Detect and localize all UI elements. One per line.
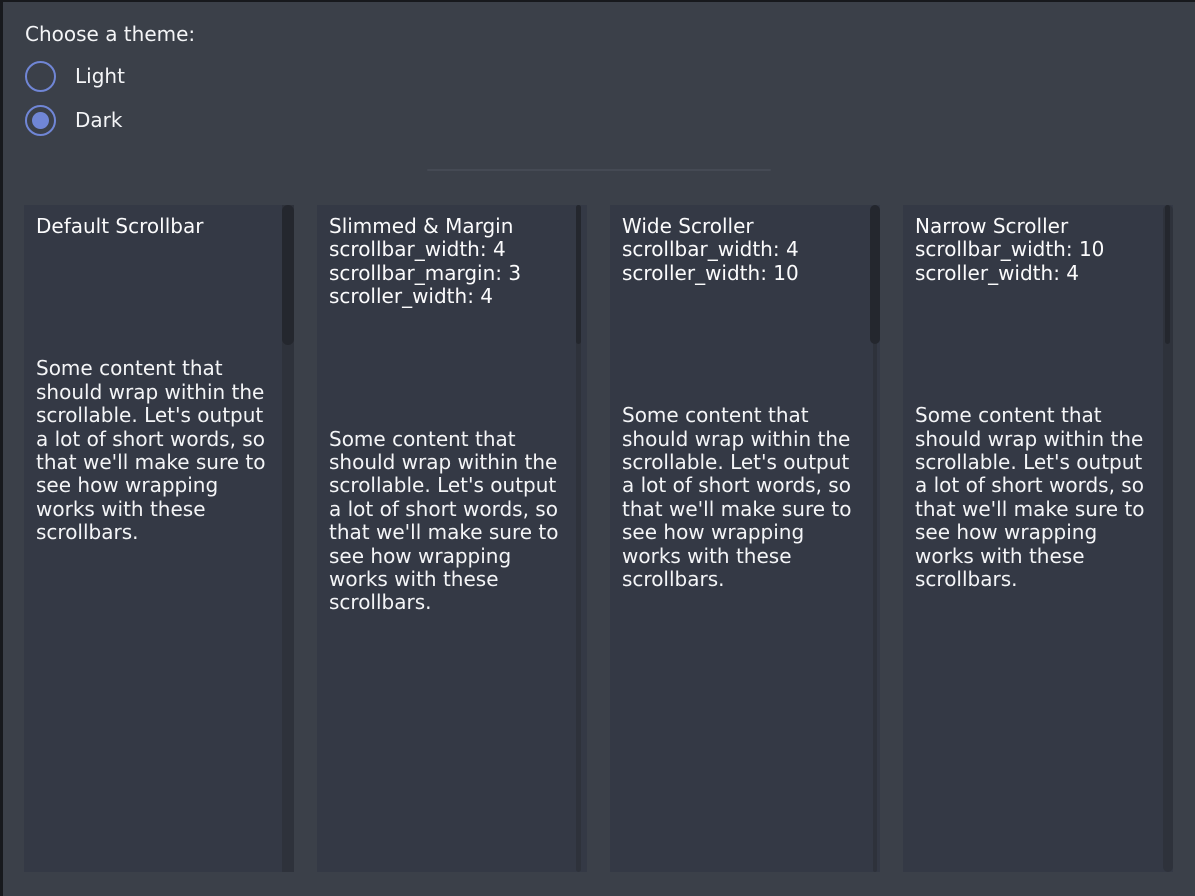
radio-label[interactable]: Dark <box>75 108 122 132</box>
scroll-panel-default[interactable]: Default Scrollbar Some content that shou… <box>24 205 294 872</box>
panel-config-line: scroller_width: 10 <box>622 262 868 285</box>
vertical-spacer <box>622 285 868 404</box>
theme-chooser-label: Choose a theme: <box>25 22 195 46</box>
scrollbar-thumb[interactable] <box>576 205 581 344</box>
vertical-spacer <box>329 309 575 428</box>
vertical-spacer <box>915 285 1161 404</box>
panel-body-text: Some content that should wrap within the… <box>329 428 561 615</box>
panel-body-text: Some content that should wrap within the… <box>915 404 1147 591</box>
panel-header: Narrow Scroller scrollbar_width: 10 scro… <box>915 215 1161 285</box>
panel-title: Slimmed & Margin <box>329 215 575 238</box>
radio-label[interactable]: Light <box>75 64 125 88</box>
radio-circle-icon[interactable] <box>25 105 56 136</box>
panel-title: Default Scrollbar <box>36 215 282 238</box>
panel-body-text: Some content that should wrap within the… <box>622 404 854 591</box>
scrollbar-thumb[interactable] <box>870 205 880 344</box>
scroll-panel-slimmed-margin[interactable]: Slimmed & Margin scrollbar_width: 4 scro… <box>317 205 587 872</box>
panel-body-text: Some content that should wrap within the… <box>36 357 268 544</box>
horizontal-rule <box>427 169 771 171</box>
scrollbar-thumb[interactable] <box>1165 205 1170 344</box>
panel-title: Wide Scroller <box>622 215 868 238</box>
theme-chooser: Choose a theme: Light Dark <box>0 0 600 160</box>
panel-header: Default Scrollbar <box>36 215 282 238</box>
radio-circle-icon[interactable] <box>25 61 56 92</box>
vertical-spacer <box>36 238 282 357</box>
scroll-panel-wide-scroller[interactable]: Wide Scroller scrollbar_width: 4 scrolle… <box>610 205 880 872</box>
scroll-panel-narrow-scroller[interactable]: Narrow Scroller scrollbar_width: 10 scro… <box>903 205 1173 872</box>
panel-title: Narrow Scroller <box>915 215 1161 238</box>
panel-config-line: scrollbar_width: 4 <box>622 238 868 261</box>
scrollbar-thumb[interactable] <box>282 205 294 345</box>
panel-config-line: scrollbar_width: 4 <box>329 238 575 261</box>
panel-config-line: scroller_width: 4 <box>329 285 575 308</box>
panel-config-line: scrollbar_margin: 3 <box>329 262 575 285</box>
panel-config-line: scrollbar_width: 10 <box>915 238 1161 261</box>
radio-option-light[interactable]: Light <box>25 60 125 92</box>
panel-config-line: scroller_width: 4 <box>915 262 1161 285</box>
radio-selected-dot-icon <box>32 112 49 129</box>
panel-header: Slimmed & Margin scrollbar_width: 4 scro… <box>329 215 575 309</box>
radio-option-dark[interactable]: Dark <box>25 104 122 136</box>
panel-header: Wide Scroller scrollbar_width: 4 scrolle… <box>622 215 868 285</box>
